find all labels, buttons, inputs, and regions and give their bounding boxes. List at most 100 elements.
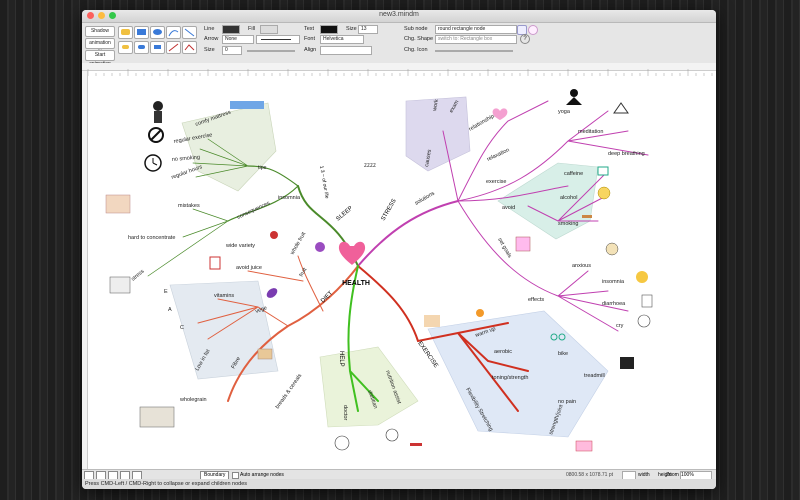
zzz-icon: zzzz xyxy=(364,163,376,169)
mindmap-canvas[interactable]: HEALTH SLEEP 1 3 ~ of our life STRESS DI… xyxy=(82,63,716,469)
subnode-select[interactable]: round rectangle node xyxy=(435,25,517,34)
connector-icon[interactable] xyxy=(182,26,197,39)
stress-relaxation[interactable]: relaxation xyxy=(486,147,510,163)
mindmap-svg[interactable]: HEALTH SLEEP 1 3 ~ of our life STRESS DI… xyxy=(88,71,714,469)
line-color-well[interactable] xyxy=(222,25,240,34)
diet-label[interactable]: DIET xyxy=(320,290,334,304)
sleep-child-stress[interactable]: stress xyxy=(130,268,145,282)
arrow-select[interactable]: None xyxy=(222,35,254,44)
fill-color-well[interactable] xyxy=(260,25,278,34)
app-window: new3.mindm Shadow animation setting Star… xyxy=(82,10,716,489)
treadmill-icon xyxy=(620,357,634,369)
stress-alcohol[interactable]: alcohol xyxy=(560,195,577,201)
person-stressed-icon xyxy=(153,101,163,123)
cyclist-icon xyxy=(424,315,440,327)
text-size-field[interactable]: 13 xyxy=(358,25,378,34)
zigzag-line-icon[interactable] xyxy=(182,41,197,54)
stress-solutions[interactable]: solutions xyxy=(414,191,436,207)
auto-arrange-checkbox[interactable] xyxy=(232,472,239,479)
line-style-select[interactable] xyxy=(256,35,300,44)
no-juice-icon xyxy=(209,256,221,270)
shape-pill-icon[interactable] xyxy=(134,41,149,54)
diet-vitamin-e[interactable]: E xyxy=(164,289,168,295)
sleep-child-tips[interactable]: tips xyxy=(258,165,267,171)
shape-rounded-icon[interactable] xyxy=(118,26,133,39)
subnode-bubble-icon[interactable] xyxy=(528,25,538,35)
shape-rect-icon[interactable] xyxy=(134,26,149,39)
diet-vitamin-a[interactable]: A xyxy=(168,307,172,313)
size-field[interactable]: 0 xyxy=(222,46,242,55)
crying-face-icon xyxy=(637,314,651,328)
stress-diarrhoea[interactable]: diarrhoea xyxy=(602,301,626,307)
shape-oval-icon[interactable] xyxy=(150,26,165,39)
stress-yoga[interactable]: yoga xyxy=(558,109,571,115)
sleep-note: 1 3 ~ of our life xyxy=(318,165,330,199)
subnode-label: Sub node xyxy=(404,26,428,32)
icon-size-slider[interactable] xyxy=(435,50,513,52)
stress-anxious[interactable]: anxious xyxy=(572,263,591,269)
start-animation-button[interactable]: Start animation xyxy=(85,50,115,67)
help-button[interactable]: ? xyxy=(520,34,530,44)
exercise-toning-strength[interactable]: toning/strength xyxy=(492,375,528,381)
stress-deep-breathing[interactable]: deep breathing xyxy=(608,151,645,157)
diet-avoid-juice[interactable]: avoid juice xyxy=(236,265,262,271)
meditation-icon xyxy=(613,102,629,114)
grain-loaf-icon xyxy=(139,406,175,428)
exercise-aerobic[interactable]: aerobic xyxy=(494,349,512,355)
animation-setting-button[interactable]: animation setting xyxy=(85,38,115,55)
diet-vitamin-c[interactable]: C xyxy=(180,325,184,331)
sleep-label[interactable]: SLEEP xyxy=(335,205,354,222)
text-label: Text xyxy=(304,26,315,32)
help-doctor[interactable]: doctor xyxy=(342,405,348,420)
exercise-bike[interactable]: bike xyxy=(558,351,568,357)
stress-meditation[interactable]: meditation xyxy=(578,129,603,135)
doctor-icon xyxy=(334,435,350,451)
stress-relationships[interactable]: relationships xyxy=(468,112,498,133)
shadow-button[interactable]: Shadow xyxy=(85,26,115,37)
text-size-label: Size xyxy=(346,26,357,32)
exercise-no-pain[interactable]: no pain xyxy=(558,399,576,405)
beer-face-icon xyxy=(597,186,611,200)
line-label: Line xyxy=(204,26,215,32)
title-bar[interactable]: new3.mindm xyxy=(82,10,716,23)
stress-exercise[interactable]: exercise xyxy=(486,179,506,185)
sleep-child-hard-to-concentrate[interactable]: hard to concentrate xyxy=(128,235,175,241)
text-color-well[interactable] xyxy=(320,25,338,34)
diet-vitamins[interactable]: vitamins xyxy=(214,293,234,299)
zoom-label: Zoom xyxy=(666,472,679,478)
font-select[interactable]: Helvetica xyxy=(320,35,364,44)
stress-label[interactable]: STRESS xyxy=(381,198,398,222)
shape-rounded-small-icon[interactable] xyxy=(118,41,133,54)
help-label[interactable]: HELP xyxy=(338,351,344,367)
sleep-child-mistakes[interactable]: mistakes xyxy=(178,203,200,209)
chg-shape-select[interactable]: switch to: Rectangle box xyxy=(435,35,517,44)
tips-regular-hours[interactable]: regular hours xyxy=(171,164,204,181)
stress-cry[interactable]: cry xyxy=(616,323,624,329)
stress-smoking[interactable]: smoking xyxy=(558,221,578,227)
coffee-cup-icon xyxy=(597,166,609,176)
canvas-size-readout: 0800.58 x 1078.71 pt xyxy=(566,472,613,478)
shape-rect-small-icon[interactable] xyxy=(150,41,165,54)
stress-insomnia[interactable]: insomnia xyxy=(602,279,625,285)
stress-avoid[interactable]: avoid xyxy=(502,205,515,211)
diet-wide-variety[interactable]: wide variety xyxy=(225,243,255,249)
diet-wholegrain[interactable]: wholegrain xyxy=(179,397,207,403)
center-node[interactable]: HEALTH xyxy=(338,241,370,287)
sleep-child-consequences[interactable]: consequences xyxy=(236,200,271,221)
sleep-child-insomnia[interactable]: insomnia xyxy=(278,195,301,201)
nurse-icon xyxy=(385,428,399,442)
diet-breads-cereals[interactable]: breads & cereals xyxy=(275,373,304,410)
stress-effects[interactable]: effects xyxy=(528,297,544,303)
stress-caffeine[interactable]: caffeine xyxy=(564,171,583,177)
exercise-treadmill[interactable]: treadmill xyxy=(584,373,605,379)
diet-fruit[interactable]: fruit xyxy=(299,267,309,278)
eggplant-icon xyxy=(266,288,278,298)
size-slider[interactable] xyxy=(247,50,295,52)
exercise-label[interactable]: EXERCISE xyxy=(416,341,438,369)
diet-whole-fruit[interactable]: whole fruit xyxy=(289,231,307,257)
align-segmented-control[interactable] xyxy=(320,46,372,55)
bread-icon xyxy=(257,348,273,360)
no-smoking-icon xyxy=(148,127,164,143)
line-tool-icon[interactable] xyxy=(166,41,181,54)
curve-line-icon[interactable] xyxy=(166,26,181,39)
